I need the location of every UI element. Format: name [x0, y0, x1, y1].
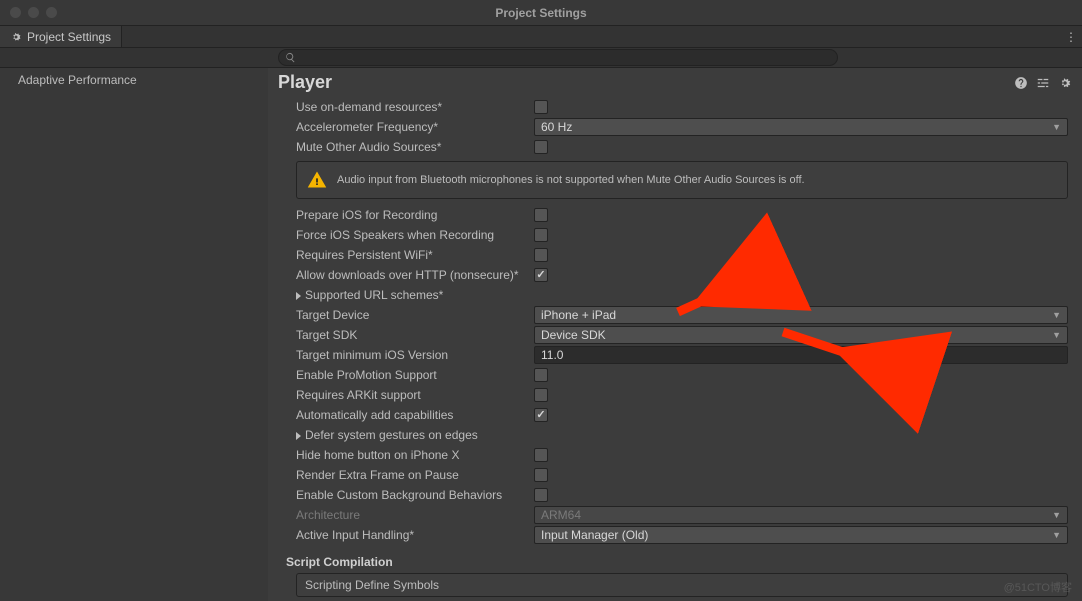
sidebar: Adaptive Performance [0, 68, 268, 601]
main-panel: Player Use on-demand resources* Accelero… [268, 68, 1082, 601]
dropdown-target-sdk[interactable]: Device SDK▼ [534, 326, 1068, 344]
box-scripting-define: Scripting Define Symbols [296, 573, 1068, 597]
foldout-url-schemes[interactable]: Supported URL schemes* [296, 288, 534, 302]
chevron-down-icon: ▼ [1052, 122, 1061, 132]
tab-bar: Project Settings ⋮ [0, 26, 1082, 48]
chevron-down-icon: ▼ [1052, 530, 1061, 540]
tab-project-settings[interactable]: Project Settings [0, 26, 122, 47]
chevron-down-icon: ▼ [1052, 310, 1061, 320]
tab-label: Project Settings [27, 30, 111, 44]
gear-icon [10, 31, 22, 43]
window-title: Project Settings [0, 6, 1082, 20]
search-icon [285, 52, 296, 63]
checkbox-custom-bg[interactable] [534, 488, 548, 502]
watermark: @51CTO博客 [1004, 579, 1072, 595]
label-accel-freq: Accelerometer Frequency* [296, 120, 534, 134]
label-mute-other: Mute Other Audio Sources* [296, 140, 534, 154]
tab-menu-button[interactable]: ⋮ [1060, 26, 1082, 47]
dropdown-target-device[interactable]: iPhone + iPad▼ [534, 306, 1068, 324]
dropdown-input-handling[interactable]: Input Manager (Old)▼ [534, 526, 1068, 544]
input-min-ios[interactable] [534, 346, 1068, 364]
chevron-down-icon: ▼ [1052, 330, 1061, 340]
label-auto-cap: Automatically add capabilities [296, 408, 534, 422]
warning-box: Audio input from Bluetooth microphones i… [296, 161, 1068, 199]
section-script-compilation: Script Compilation [286, 555, 1068, 569]
label-arkit: Requires ARKit support [296, 388, 534, 402]
label-extra-frame: Render Extra Frame on Pause [296, 468, 534, 482]
sidebar-item-adaptive-performance[interactable]: Adaptive Performance [0, 71, 268, 88]
checkbox-auto-cap[interactable] [534, 408, 548, 422]
help-icon[interactable] [1014, 76, 1028, 90]
foldout-defer-gestures[interactable]: Defer system gestures on edges [296, 428, 534, 442]
dropdown-accel-freq[interactable]: 60 Hz▼ [534, 118, 1068, 136]
label-promotion: Enable ProMotion Support [296, 368, 534, 382]
page-title: Player [278, 72, 332, 93]
gear-icon[interactable] [1058, 76, 1072, 90]
label-architecture: Architecture [296, 508, 534, 522]
label-hide-home: Hide home button on iPhone X [296, 448, 534, 462]
dropdown-architecture: ARM64▼ [534, 506, 1068, 524]
search-input[interactable] [278, 49, 838, 66]
label-min-ios: Target minimum iOS Version [296, 348, 534, 362]
checkbox-extra-frame[interactable] [534, 468, 548, 482]
warning-icon [307, 170, 327, 190]
settings-icon[interactable] [1036, 76, 1050, 90]
checkbox-promotion[interactable] [534, 368, 548, 382]
search-bar [0, 48, 1082, 68]
label-input-handling: Active Input Handling* [296, 528, 534, 542]
label-target-sdk: Target SDK [296, 328, 534, 342]
checkbox-arkit[interactable] [534, 388, 548, 402]
content-scroll[interactable]: Use on-demand resources* Accelerometer F… [268, 97, 1082, 601]
label-prepare-rec: Prepare iOS for Recording [296, 208, 534, 222]
titlebar: Project Settings [0, 0, 1082, 26]
checkbox-force-speak[interactable] [534, 228, 548, 242]
label-req-wifi: Requires Persistent WiFi* [296, 248, 534, 262]
label-force-speak: Force iOS Speakers when Recording [296, 228, 534, 242]
warning-text: Audio input from Bluetooth microphones i… [337, 174, 805, 186]
label-allow-http: Allow downloads over HTTP (nonsecure)* [296, 268, 534, 282]
checkbox-prepare-rec[interactable] [534, 208, 548, 222]
chevron-down-icon: ▼ [1052, 510, 1061, 520]
label-custom-bg: Enable Custom Background Behaviors [296, 488, 534, 502]
label-target-device: Target Device [296, 308, 534, 322]
panel-header: Player [268, 68, 1082, 97]
label-use-ondemand: Use on-demand resources* [296, 100, 534, 114]
checkbox-allow-http[interactable] [534, 268, 548, 282]
checkbox-mute-other[interactable] [534, 140, 548, 154]
checkbox-use-ondemand[interactable] [534, 100, 548, 114]
checkbox-req-wifi[interactable] [534, 248, 548, 262]
checkbox-hide-home[interactable] [534, 448, 548, 462]
